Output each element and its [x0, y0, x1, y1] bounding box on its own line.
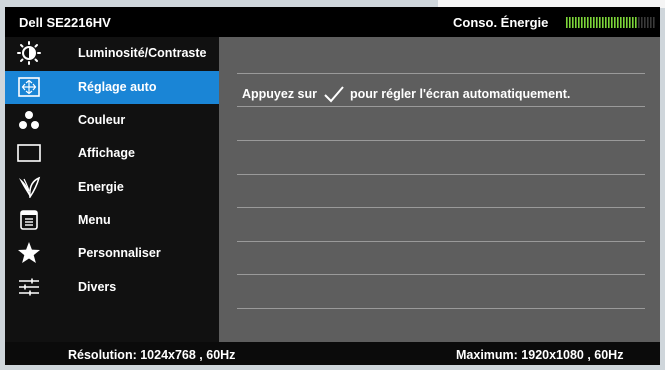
energy-meter-tick [578, 17, 580, 28]
menu-item-display[interactable]: Affichage [5, 137, 219, 170]
current-resolution: Résolution: 1024x768 , 60Hz [68, 348, 236, 362]
energy-meter-tick [569, 17, 571, 28]
energy-meter-tick [584, 17, 586, 28]
energy-meter-tick [596, 17, 598, 28]
color-dots-icon [17, 108, 41, 132]
checkmark-icon [324, 86, 344, 103]
energy-meter-tick [590, 17, 592, 28]
sliders-icon [17, 275, 41, 299]
energy-meter-tick [581, 17, 583, 28]
energy-meter-tick [593, 17, 595, 28]
osd-menu: Luminosité/Contraste Réglage auto Couleu… [5, 37, 219, 342]
energy-meter-tick [635, 17, 637, 28]
divider [237, 73, 645, 74]
energy-meter-tick [614, 17, 616, 28]
energy-meter-tick [566, 17, 568, 28]
divider [237, 207, 645, 208]
osd-window: Dell SE2216HV Conso. Énergie Luminosité/ [5, 7, 660, 365]
energy-meter-tick [653, 17, 655, 28]
divider [237, 140, 645, 141]
energy-meter-tick [617, 17, 619, 28]
divider [237, 106, 645, 107]
instruction-text-before: Appuyez sur [242, 87, 318, 101]
energy-meter-tick [632, 17, 634, 28]
menu-item-others[interactable]: Divers [5, 271, 219, 304]
menu-item-label: Réglage auto [78, 80, 157, 94]
divider [237, 174, 645, 175]
energy-meter-tick [644, 17, 646, 28]
energy-meter-tick [623, 17, 625, 28]
menu-item-label: Divers [78, 280, 117, 294]
menu-item-label: Luminosité/Contraste [78, 46, 207, 60]
energy-meter-tick [575, 17, 577, 28]
energy-meter-tick [641, 17, 643, 28]
maximum-resolution: Maximum: 1920x1080 , 60Hz [456, 348, 624, 362]
divider [237, 241, 645, 242]
auto-adjust-instruction: Appuyez sur pour régler l'écran automati… [242, 85, 570, 103]
energy-meter-tick [572, 17, 574, 28]
auto-adjust-icon [17, 75, 41, 99]
menu-icon [17, 208, 41, 232]
content-panel: Appuyez sur pour régler l'écran automati… [219, 37, 660, 342]
energy-meter-tick [626, 17, 628, 28]
energy-meter-tick [602, 17, 604, 28]
menu-item-label: Menu [78, 213, 111, 227]
energy-meter-tick [647, 17, 649, 28]
menu-item-brightness-contrast[interactable]: Luminosité/Contraste [5, 37, 219, 70]
energy-meter-tick [650, 17, 652, 28]
energy-meter [566, 17, 655, 28]
energy-meter-tick [587, 17, 589, 28]
menu-item-label: Affichage [78, 146, 135, 160]
energy-meter-tick [608, 17, 610, 28]
menu-item-label: Energie [78, 180, 124, 194]
menu-item-menu[interactable]: Menu [5, 204, 219, 237]
star-icon [17, 241, 41, 265]
energy-meter-tick [605, 17, 607, 28]
energy-meter-tick [629, 17, 631, 28]
instruction-text-after: pour régler l'écran automatiquement. [350, 87, 571, 101]
monitor-model-title: Dell SE2216HV [19, 15, 111, 30]
energy-leaf-icon [17, 175, 41, 199]
menu-item-label: Couleur [78, 113, 126, 127]
energy-meter-tick [620, 17, 622, 28]
brightness-icon [17, 41, 41, 65]
menu-item-label: Personnaliser [78, 246, 161, 260]
menu-item-personalize[interactable]: Personnaliser [5, 237, 219, 270]
energy-meter-tick [599, 17, 601, 28]
energy-meter-tick [611, 17, 613, 28]
menu-item-auto-adjust[interactable]: Réglage auto [5, 71, 219, 104]
divider [237, 274, 645, 275]
menu-item-energy[interactable]: Energie [5, 171, 219, 204]
energy-meter-tick [638, 17, 640, 28]
display-icon [17, 141, 41, 165]
menu-item-color[interactable]: Couleur [5, 104, 219, 137]
energy-consumption-label: Conso. Énergie [453, 15, 549, 30]
status-footer: Résolution: 1024x768 , 60Hz Maximum: 192… [5, 342, 660, 365]
divider [237, 308, 645, 309]
title-bar: Dell SE2216HV Conso. Énergie [5, 7, 660, 37]
